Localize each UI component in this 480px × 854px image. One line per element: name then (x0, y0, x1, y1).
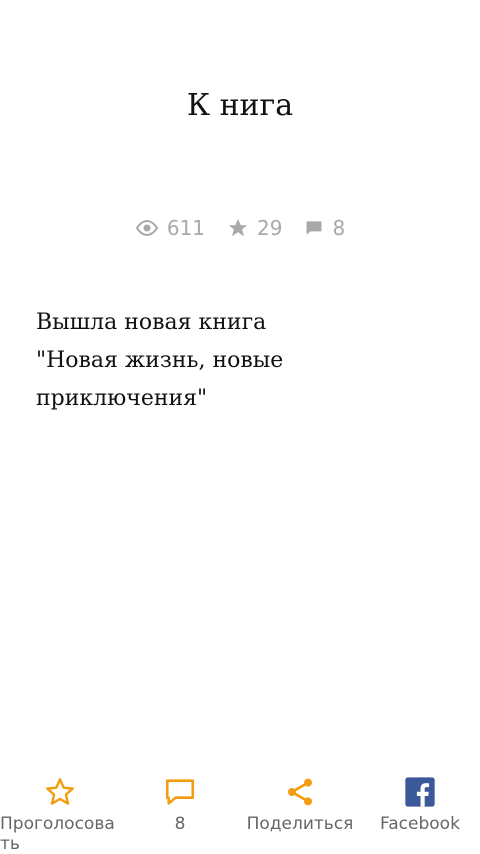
comments-count: 8 (332, 216, 346, 240)
article-content: Вышла новая книга "Новая жизнь, новые пр… (36, 310, 284, 411)
facebook-button[interactable]: Facebook (360, 762, 480, 854)
comment-icon (304, 218, 324, 238)
share-icon (284, 772, 316, 812)
views-count: 611 (166, 216, 205, 240)
article-stats: 611 29 8 (0, 216, 480, 240)
comments-button[interactable]: 8 (120, 762, 240, 854)
views-stat: 611 (135, 216, 205, 240)
facebook-label: Facebook (380, 814, 460, 834)
vote-label: Проголосовать (0, 814, 115, 854)
chat-bubble-icon (163, 772, 197, 812)
eye-icon (135, 220, 159, 236)
bottom-action-bar: Проголосовать 8 Поделиться Facebook (0, 762, 480, 854)
comments-action-label: 8 (174, 814, 186, 834)
facebook-icon (404, 772, 436, 812)
vote-button[interactable]: Проголосовать (0, 762, 120, 854)
article-title: К нига (186, 88, 294, 123)
rating-stat: 29 (227, 216, 282, 240)
share-label: Поделиться (246, 814, 354, 834)
rating-count: 29 (257, 216, 283, 240)
star-outline-icon (44, 772, 76, 812)
comments-stat: 8 (304, 216, 345, 240)
star-icon (227, 217, 249, 239)
share-button[interactable]: Поделиться (240, 762, 360, 854)
